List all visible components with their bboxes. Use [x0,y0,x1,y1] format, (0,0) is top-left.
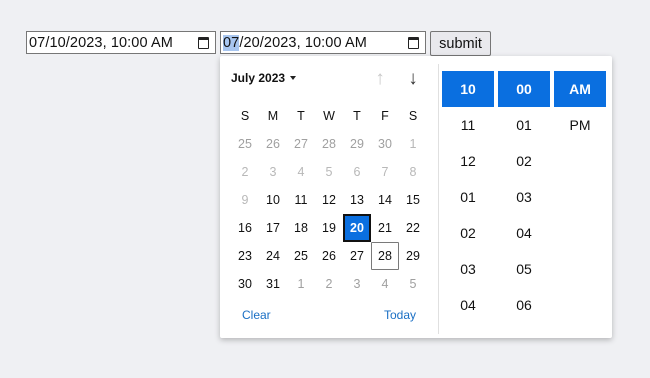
ampm-column: AM PM [554,71,606,143]
calendar-day[interactable]: 26 [315,242,343,270]
calendar-day[interactable]: 21 [371,214,399,242]
calendar-day: 27 [294,137,308,151]
today-button[interactable]: Today [384,308,416,322]
calendar-week-row: 25 26 27 28 29 30 1 [231,130,427,158]
calendar-day[interactable]: 14 [371,186,399,214]
calendar-day: 26 [266,137,280,151]
minute-option[interactable]: 04 [498,215,550,251]
weekday-label: T [297,109,305,123]
hour-option[interactable]: 01 [442,179,494,215]
hour-option[interactable]: 11 [442,107,494,143]
calendar-day[interactable]: 30 [231,270,259,298]
month-year-label: July 2023 [231,71,286,85]
weekday-label: M [267,109,279,123]
end-datetime-value: 07/20/2023, 10:00 AM [223,34,367,51]
hour-option[interactable]: 04 [442,287,494,323]
minute-option[interactable]: 06 [498,287,550,323]
weekday-header-row: SMTWTFS [231,102,427,130]
calendar-day: 1 [409,137,417,151]
calendar-day[interactable]: 23 [231,242,259,270]
calendar-day[interactable]: 18 [287,214,315,242]
weekday-label: W [323,109,335,123]
calendar-day: 29 [350,137,364,151]
calendar-day: 1 [297,277,305,291]
calendar-day: 8 [409,165,417,179]
datetime-picker-popup: July 2023 ↑ ↓ SMTWTFS 25 26 27 28 29 30 1 2 3 4 5 6… [220,56,612,338]
calendar-day: 7 [381,165,389,179]
minute-option[interactable]: 02 [498,143,550,179]
calendar-day[interactable]: 28 [371,242,399,270]
hour-option[interactable]: 12 [442,143,494,179]
hour-option[interactable]: 02 [442,215,494,251]
calendar-day[interactable]: 25 [287,242,315,270]
start-datetime-input[interactable]: 07/10/2023, 10:00 AM [26,31,216,54]
end-datetime-input[interactable]: 07/20/2023, 10:00 AM [220,31,426,54]
calendar-day[interactable]: 22 [399,214,427,242]
calendar-grid: SMTWTFS 25 26 27 28 29 30 1 2 3 4 5 6 7 8 9 10 11 12 13 14 1… [231,102,427,298]
calendar-day: 28 [322,137,336,151]
calendar-day: 3 [353,277,361,291]
calendar-day[interactable]: 20 [343,214,371,242]
start-datetime-value: 07/10/2023, 10:00 AM [29,34,173,51]
caret-down-icon [290,76,297,80]
calendar-day: 6 [353,165,361,179]
calendar-day: 2 [325,277,333,291]
arrow-up-icon[interactable]: ↑ [370,69,390,89]
calendar-footer: Clear Today [220,308,438,328]
calendar-day[interactable]: 12 [315,186,343,214]
calendar-day: 5 [325,165,333,179]
weekday-label: S [240,109,250,123]
weekday-label: S [408,109,418,123]
end-datetime-rest: /20/2023, 10:00 AM [239,34,367,51]
calendar-day[interactable]: 19 [315,214,343,242]
panel-divider [438,64,439,334]
calendar-day: 3 [269,165,277,179]
weekday-label: F [381,109,389,123]
calendar-day: 9 [241,193,249,207]
calendar-week-row: 16 17 18 19 20 21 22 [231,214,427,242]
calendar-week-row: 30 31 1 2 3 4 5 [231,270,427,298]
calendar-day[interactable]: 24 [259,242,287,270]
calendar-day: 30 [378,137,392,151]
calendar-day: 4 [381,277,389,291]
calendar-day[interactable]: 17 [259,214,287,242]
calendar-day: 2 [241,165,249,179]
calendar-week-row: 23 24 25 26 27 28 29 [231,242,427,270]
calendar-icon[interactable] [198,37,209,49]
minute-option[interactable]: 01 [498,107,550,143]
calendar-day[interactable]: 10 [259,186,287,214]
calendar-day[interactable]: 15 [399,186,427,214]
calendar-day[interactable]: 16 [231,214,259,242]
minutes-column: 00 01 02 03 04 05 06 [498,71,550,323]
calendar-day[interactable]: 13 [343,186,371,214]
clear-button[interactable]: Clear [242,308,271,322]
weekday-label: T [353,109,361,123]
calendar-day[interactable]: 31 [259,270,287,298]
minute-option[interactable]: 05 [498,251,550,287]
end-datetime-month-segment[interactable]: 07 [223,34,240,51]
arrow-down-icon[interactable]: ↓ [403,69,423,89]
calendar-week-row: 2 3 4 5 6 7 8 [231,158,427,186]
ampm-option[interactable]: PM [554,107,606,143]
calendar-icon[interactable] [408,37,419,49]
calendar-week-row: 9 10 11 12 13 14 15 [231,186,427,214]
calendar-day: 25 [238,137,252,151]
calendar-panel: July 2023 ↑ ↓ SMTWTFS 25 26 27 28 29 30 1 2 3 4 5 6… [220,56,438,338]
calendar-day[interactable]: 27 [343,242,371,270]
minute-option[interactable]: 03 [498,179,550,215]
minute-option[interactable]: 00 [498,71,550,107]
hours-column: 10 11 12 01 02 03 04 [442,71,494,323]
calendar-day[interactable]: 29 [399,242,427,270]
calendar-day: 5 [409,277,417,291]
hour-option[interactable]: 10 [442,71,494,107]
month-year-selector[interactable]: July 2023 [231,71,297,85]
submit-button[interactable]: submit [430,31,491,56]
calendar-day: 4 [297,165,305,179]
calendar-day[interactable]: 11 [287,186,315,214]
ampm-option[interactable]: AM [554,71,606,107]
hour-option[interactable]: 03 [442,251,494,287]
